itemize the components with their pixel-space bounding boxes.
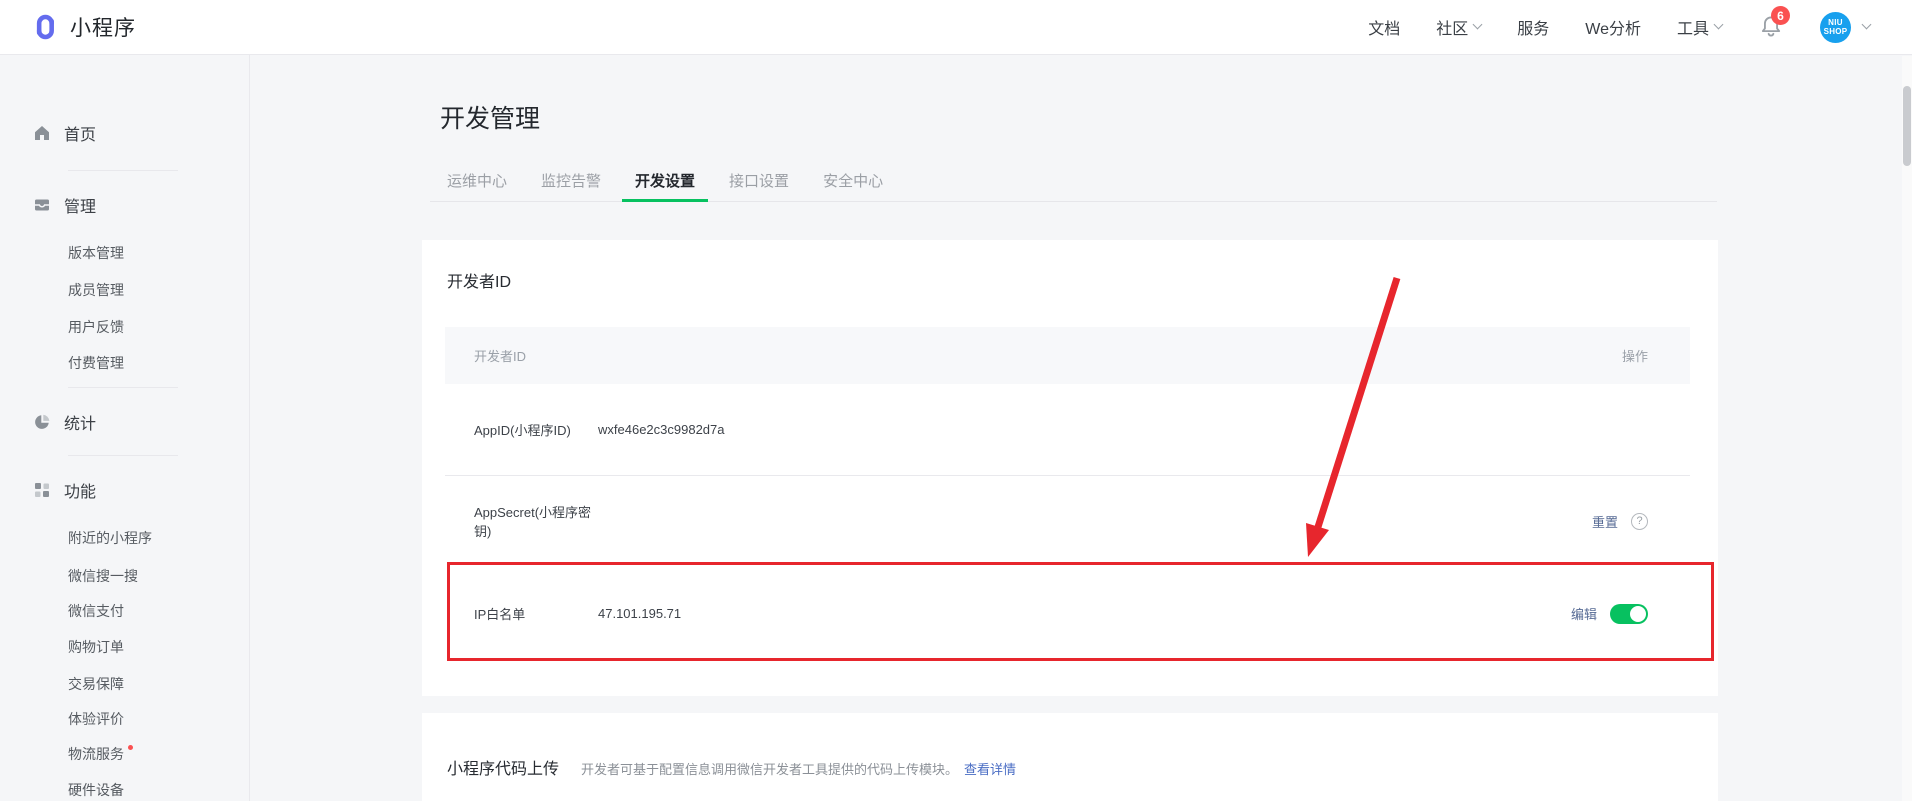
sidebar-item-logistics-service[interactable]: 物流服务 (68, 744, 133, 764)
tab-bar: 运维中心 监控告警 开发设置 接口设置 安全中心 (430, 165, 1717, 202)
avatar-text-line1: NIU (1828, 18, 1843, 27)
sidebar-item-label: 首页 (64, 121, 96, 145)
nav-docs-label: 文档 (1368, 15, 1400, 39)
account-menu[interactable]: NIU SHOP (1820, 12, 1870, 43)
tab-ops-center[interactable]: 运维中心 (430, 165, 524, 201)
view-details-link[interactable]: 查看详情 (964, 759, 1016, 778)
top-nav: 文档 社区 服务 We分析 工具 6 (1368, 12, 1912, 43)
nav-docs[interactable]: 文档 (1368, 15, 1400, 39)
tray-icon (33, 196, 51, 214)
table-header-actions: 操作 (1622, 346, 1648, 365)
sidebar-item-payment-manage[interactable]: 付费管理 (68, 353, 124, 373)
appid-value: wxfe46e2c3c9982d7a (598, 422, 725, 437)
table-row-appid: AppID(小程序ID) wxfe46e2c3c9982d7a (445, 384, 1690, 475)
grid-icon (33, 481, 51, 499)
tab-security-center[interactable]: 安全中心 (806, 165, 900, 201)
sidebar-item-label: 功能 (64, 478, 96, 502)
ip-whitelist-actions: 编辑 (1571, 604, 1648, 624)
section-title-developer-id: 开发者ID (447, 268, 511, 292)
sidebar: 首页 管理 版本管理 成员管理 用户反馈 付费管理 统计 (0, 55, 250, 801)
code-upload-description: 开发者可基于配置信息调用微信开发者工具提供的代码上传模块。 (581, 759, 958, 778)
nav-community-label: 社区 (1436, 15, 1468, 39)
table-header-developer-id: 开发者ID (474, 346, 526, 365)
sidebar-item-label: 统计 (64, 410, 96, 434)
logo-text: 小程序 (70, 12, 136, 42)
sidebar-item-manage[interactable]: 管理 (33, 193, 96, 217)
chevron-down-icon (1862, 20, 1872, 30)
top-header: 小程序 文档 社区 服务 We分析 工具 (0, 0, 1912, 55)
pie-chart-icon (33, 413, 51, 431)
tab-monitor-alert[interactable]: 监控告警 (524, 165, 618, 201)
sidebar-item-hardware-device[interactable]: 硬件设备 (68, 780, 124, 800)
sidebar-item-features[interactable]: 功能 (33, 478, 96, 502)
chevron-down-icon (1714, 20, 1724, 30)
nav-we-analytics-label: We分析 (1585, 15, 1641, 39)
tab-api-settings[interactable]: 接口设置 (712, 165, 806, 201)
ip-whitelist-toggle[interactable] (1610, 604, 1648, 624)
ip-whitelist-value: 47.101.195.71 (598, 606, 681, 621)
scrollbar-thumb[interactable] (1903, 86, 1911, 166)
nav-services-label: 服务 (1517, 15, 1549, 39)
chevron-down-icon (1473, 20, 1483, 30)
tab-dev-settings[interactable]: 开发设置 (618, 165, 712, 201)
sidebar-item-label: 物流服务 (68, 746, 124, 762)
nav-services[interactable]: 服务 (1517, 15, 1549, 39)
new-badge-dot (128, 745, 133, 750)
code-upload-line: 小程序代码上传 开发者可基于配置信息调用微信开发者工具提供的代码上传模块。 查看… (447, 755, 1016, 779)
sidebar-item-user-feedback[interactable]: 用户反馈 (68, 317, 124, 337)
sidebar-item-wechat-search[interactable]: 微信搜一搜 (68, 566, 138, 586)
code-upload-card: 小程序代码上传 开发者可基于配置信息调用微信开发者工具提供的代码上传模块。 查看… (422, 713, 1718, 801)
sidebar-item-version-manage[interactable]: 版本管理 (68, 243, 124, 263)
miniprogram-logo[interactable]: 小程序 (30, 12, 136, 42)
appid-label: AppID(小程序ID) (474, 420, 598, 439)
sidebar-divider (68, 170, 178, 171)
ip-whitelist-label: IP白名单 (474, 604, 598, 623)
table-header: 开发者ID 操作 (445, 327, 1690, 384)
edit-link[interactable]: 编辑 (1571, 604, 1597, 623)
reset-link[interactable]: 重置 (1592, 512, 1618, 531)
help-icon[interactable]: ? (1631, 513, 1648, 530)
avatar-text-line2: SHOP (1824, 27, 1848, 36)
scrollbar-track (1902, 56, 1912, 801)
table-row-ip-whitelist: IP白名单 47.101.195.71 编辑 (445, 567, 1690, 660)
avatar: NIU SHOP (1820, 12, 1851, 43)
sidebar-item-nearby-miniprogram[interactable]: 附近的小程序 (68, 528, 152, 548)
sidebar-item-statistics[interactable]: 统计 (33, 410, 96, 434)
sidebar-item-wechat-pay[interactable]: 微信支付 (68, 601, 124, 621)
wechat-miniprogram-console: 小程序 文档 社区 服务 We分析 工具 (0, 0, 1912, 801)
notification-badge: 6 (1771, 6, 1790, 25)
sidebar-item-trade-guarantee[interactable]: 交易保障 (68, 674, 124, 694)
nav-tools[interactable]: 工具 (1677, 15, 1722, 39)
sidebar-item-shopping-orders[interactable]: 购物订单 (68, 637, 124, 657)
toggle-knob (1630, 606, 1646, 622)
appsecret-actions: 重置 ? (1592, 512, 1648, 531)
home-icon (33, 124, 51, 142)
miniprogram-logo-icon (30, 12, 60, 42)
sidebar-item-home[interactable]: 首页 (33, 121, 96, 145)
developer-id-card: 开发者ID 开发者ID 操作 AppID(小程序ID) wxfe46e2c3c9… (422, 240, 1718, 696)
sidebar-item-member-manage[interactable]: 成员管理 (68, 280, 124, 300)
nav-we-analytics[interactable]: We分析 (1585, 15, 1641, 39)
nav-tools-label: 工具 (1677, 15, 1709, 39)
table-row-appsecret: AppSecret(小程序密钥) 重置 ? (445, 476, 1690, 566)
sidebar-item-experience-rating[interactable]: 体验评价 (68, 709, 124, 729)
notification-bell[interactable]: 6 (1758, 14, 1784, 40)
sidebar-item-label: 管理 (64, 193, 96, 217)
section-title-code-upload: 小程序代码上传 (447, 755, 559, 779)
page-title: 开发管理 (440, 99, 540, 135)
sidebar-divider (68, 455, 178, 456)
appsecret-label: AppSecret(小程序密钥) (474, 502, 598, 540)
nav-community[interactable]: 社区 (1436, 15, 1481, 39)
sidebar-divider (68, 387, 178, 388)
